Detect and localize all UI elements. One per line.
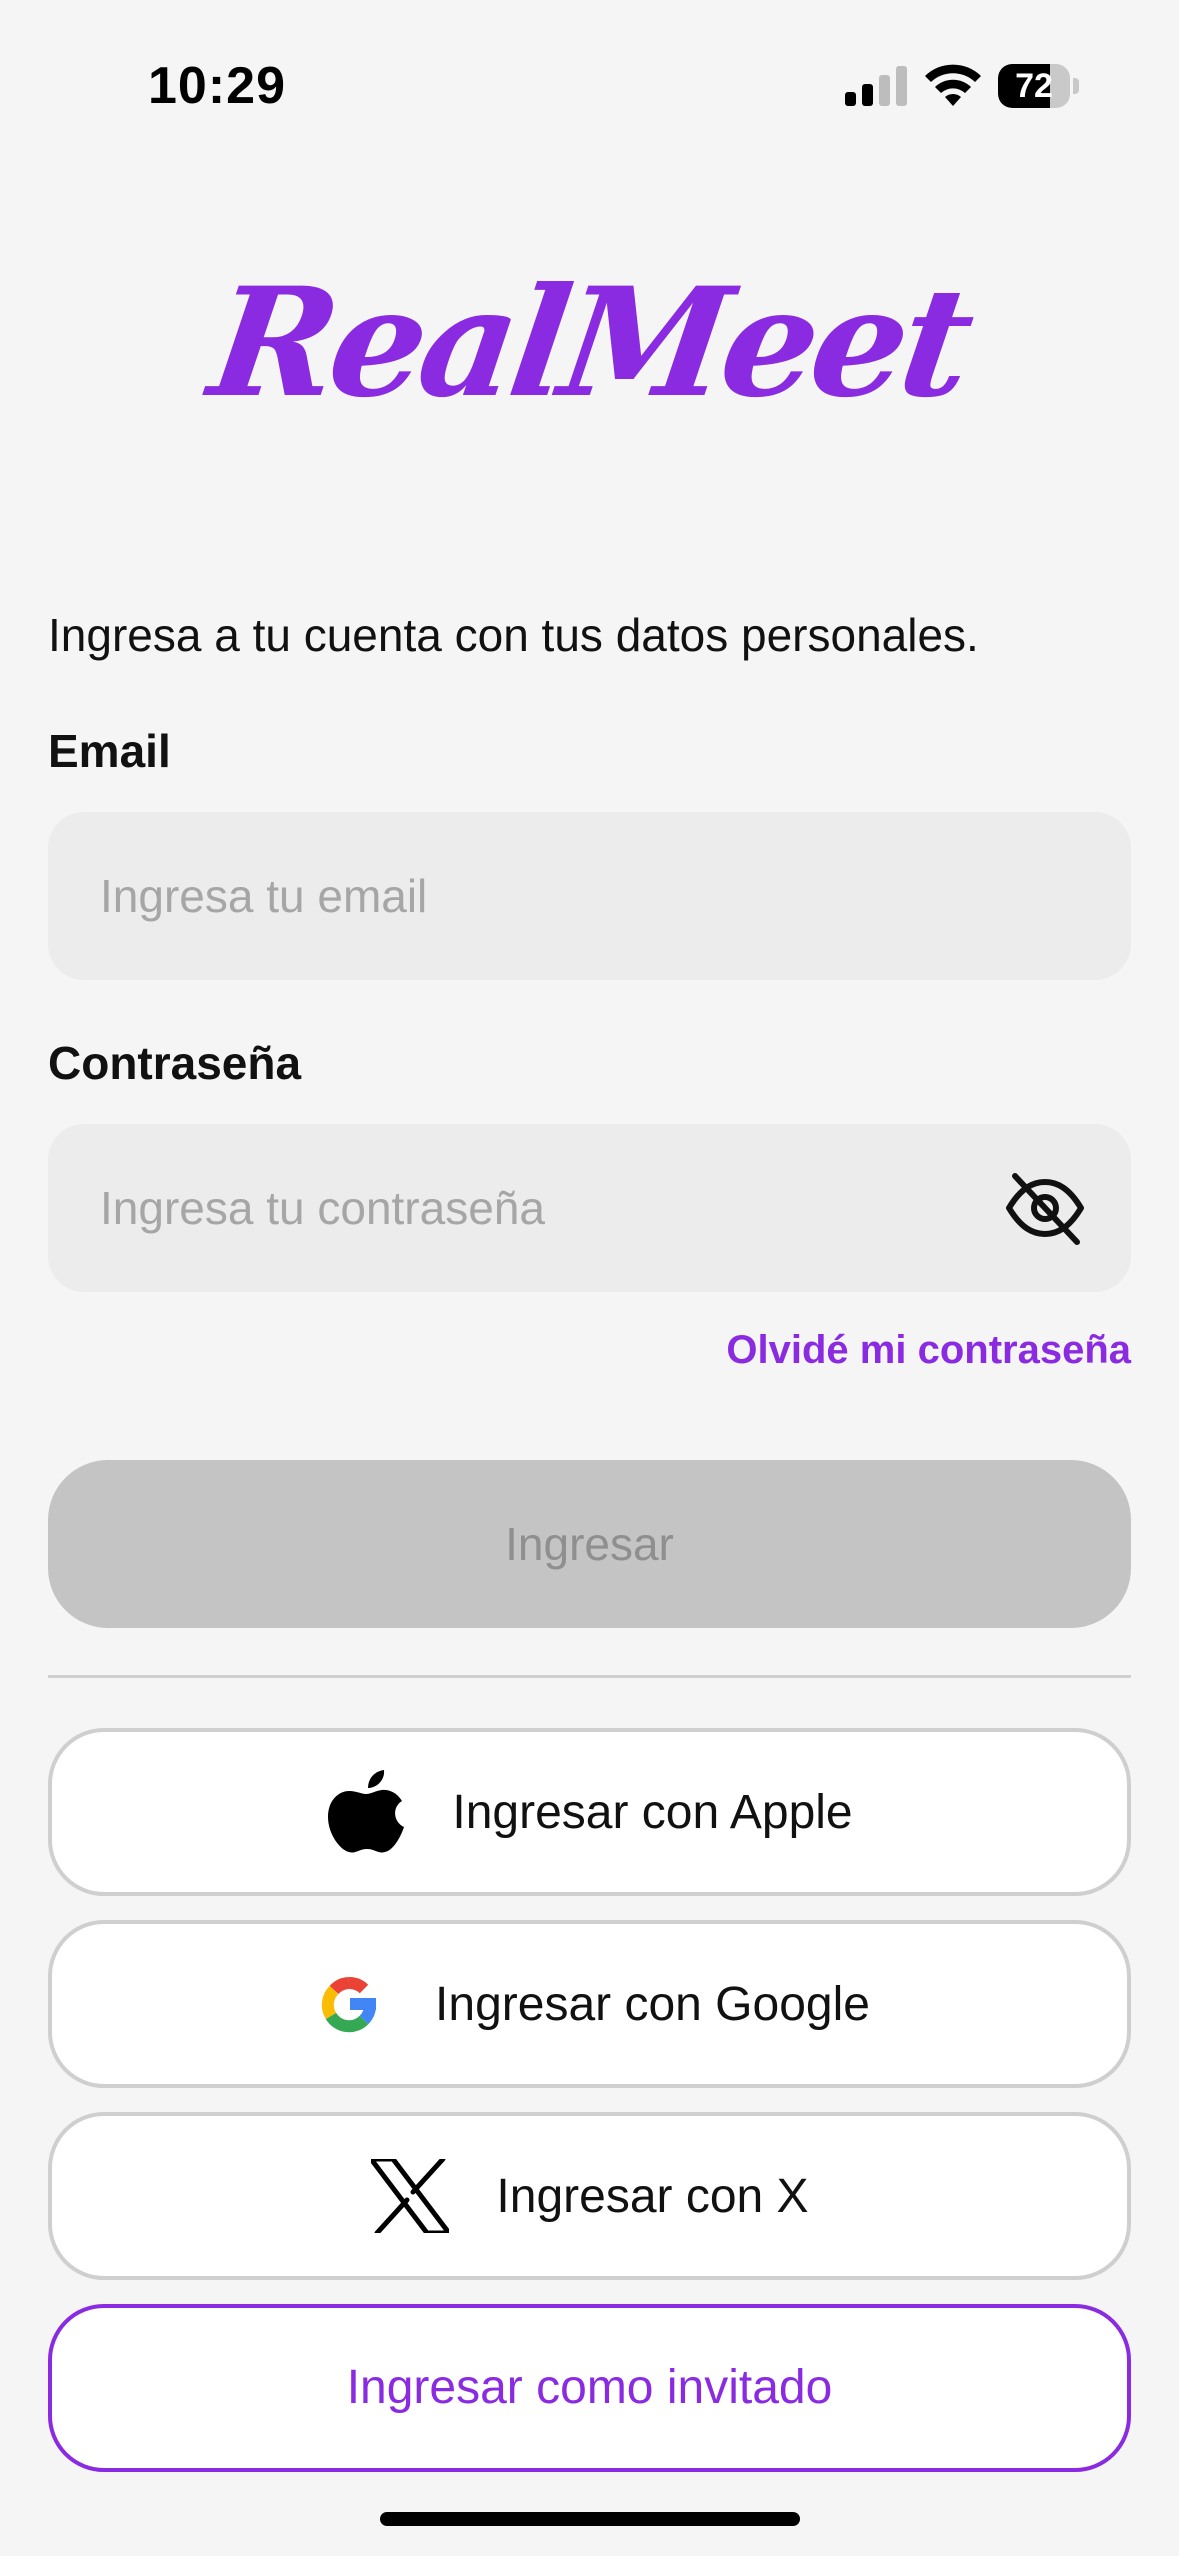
apple-signin-label: Ingresar con Apple xyxy=(452,1785,853,1839)
status-bar: 10:29 72 xyxy=(0,0,1179,170)
email-placeholder: Ingresa tu email xyxy=(100,870,428,922)
battery-percent: 72 xyxy=(1015,67,1053,105)
email-field[interactable]: Ingresa tu email xyxy=(48,812,1131,980)
login-subtitle: Ingresa a tu cuenta con tus datos person… xyxy=(48,609,979,661)
divider xyxy=(48,1675,1131,1678)
apple-signin-button[interactable]: Ingresar con Apple xyxy=(48,1728,1131,1896)
email-label: Email xyxy=(48,725,171,777)
apple-icon xyxy=(326,1770,406,1853)
login-button[interactable]: Ingresar xyxy=(48,1460,1131,1628)
google-signin-label: Ingresar con Google xyxy=(435,1977,870,2031)
password-field[interactable]: Ingresa tu contraseña xyxy=(48,1124,1131,1292)
eye-off-icon[interactable] xyxy=(1003,1166,1087,1250)
x-icon xyxy=(370,2156,450,2236)
status-time: 10:29 xyxy=(148,57,286,115)
logo-text: RealMeet xyxy=(200,255,979,431)
wifi-icon xyxy=(925,64,981,106)
guest-login-button[interactable]: Ingresar como invitado xyxy=(48,2304,1131,2472)
x-signin-label: Ingresar con X xyxy=(496,2169,809,2223)
forgot-password-link[interactable]: Olvidé mi contraseña xyxy=(726,1328,1131,1373)
password-label: Contraseña xyxy=(48,1037,302,1089)
x-signin-button[interactable]: Ingresar con X xyxy=(48,2112,1131,2280)
google-signin-button[interactable]: Ingresar con Google xyxy=(48,1920,1131,2088)
google-icon xyxy=(309,1964,389,2044)
cellular-signal-icon xyxy=(845,66,907,106)
password-placeholder: Ingresa tu contraseña xyxy=(100,1182,545,1234)
home-indicator xyxy=(380,2512,800,2526)
app-logo: RealMeet xyxy=(0,255,1179,431)
battery-icon: 72 xyxy=(998,64,1080,108)
